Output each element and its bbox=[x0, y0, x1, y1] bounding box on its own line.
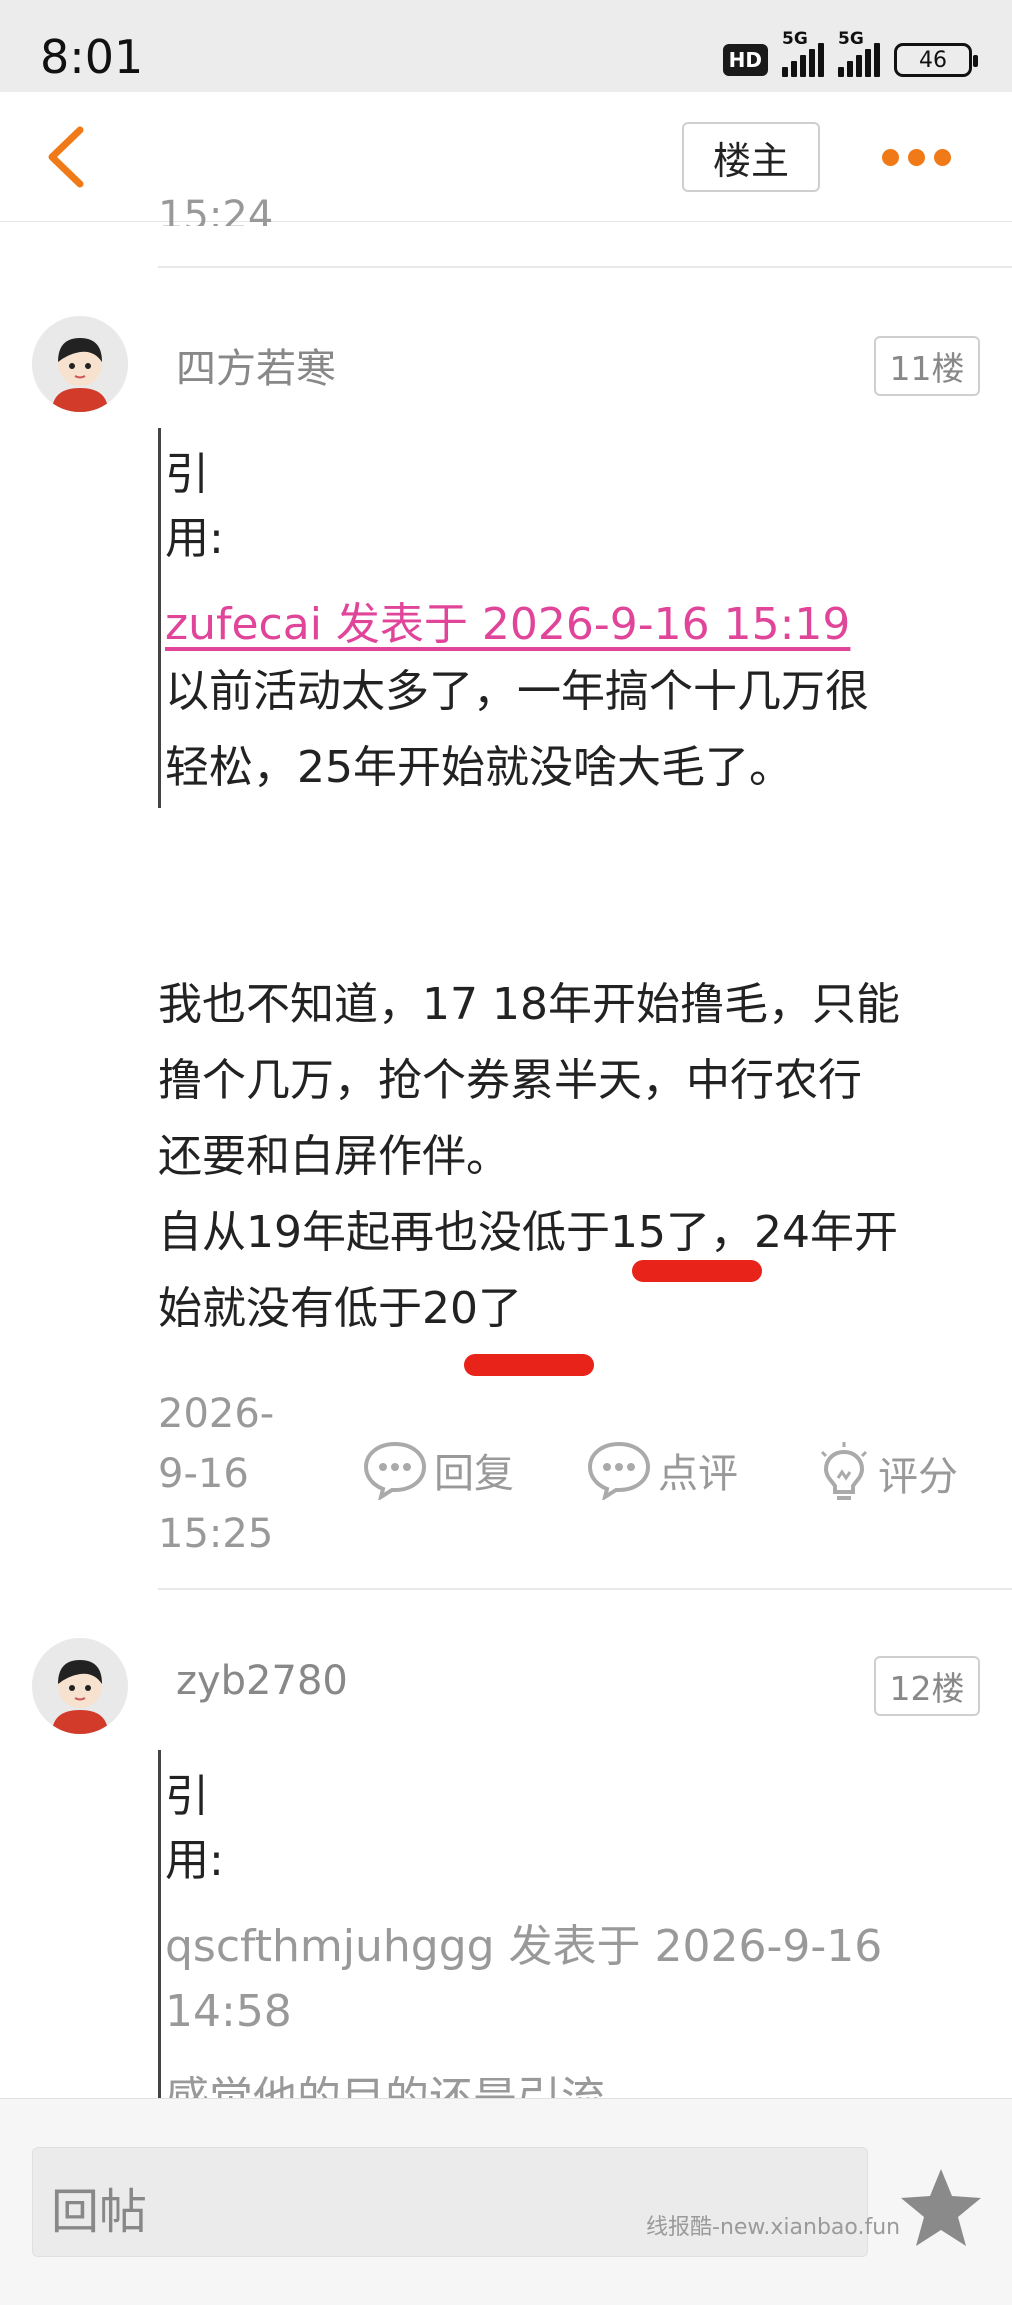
previous-post-time: 15:24 bbox=[158, 196, 274, 226]
comment-label: 点评 bbox=[658, 1451, 738, 1497]
post-body-line: 还要和白屏作伴。 bbox=[158, 1131, 510, 1182]
signal-icon-2: 5G bbox=[838, 29, 880, 77]
divider bbox=[158, 266, 1012, 268]
quote-source: qscfthmjuhggg 发表于 2026-9-16 bbox=[165, 1921, 883, 1972]
lightbulb-icon bbox=[820, 1442, 868, 1500]
quote-block: 引用: qscfthmjuhggg 发表于 2026-9-16 14:58 感觉… bbox=[158, 1750, 882, 2124]
watermark: 线报酷-new.xianbao.fun bbox=[646, 2215, 901, 2240]
chevron-left-icon[interactable] bbox=[40, 122, 100, 192]
divider bbox=[158, 1588, 1012, 1590]
post-body-line: 自从19年起再也没低于15了，24年开 bbox=[158, 1207, 898, 1258]
post-body-line: 始就没有低于20了 bbox=[158, 1283, 522, 1334]
op-only-button[interactable]: 楼主 bbox=[682, 122, 820, 192]
quote-label: 引用: bbox=[165, 1771, 224, 1886]
floor-badge: 12楼 bbox=[874, 1656, 980, 1716]
status-icons: HD 5G 5G 46 bbox=[722, 29, 978, 82]
comment-icon bbox=[363, 1441, 427, 1500]
post-timestamp: 2026- 9-16 15:25 bbox=[158, 1391, 275, 1557]
top-nav-bar: 楼主 bbox=[0, 92, 1012, 222]
highlight-mark bbox=[632, 1260, 762, 1282]
post-body-line: 我也不知道，17 18年开始撸毛，只能 bbox=[158, 979, 900, 1030]
hd-voice-icon: HD bbox=[722, 44, 768, 76]
avatar-icon bbox=[32, 1638, 128, 1734]
reply-button[interactable]: 回复 bbox=[362, 1440, 514, 1500]
status-time: 8:01 bbox=[40, 30, 144, 84]
avatar-icon bbox=[32, 316, 128, 412]
more-dots-icon[interactable] bbox=[882, 142, 952, 172]
rate-label: 评分 bbox=[878, 1454, 958, 1500]
post-body-line: 撸个几万，抢个券累半天，中行农行 bbox=[158, 1055, 862, 1106]
avatar[interactable] bbox=[32, 1638, 128, 1734]
reply-placeholder: 回帖 bbox=[51, 2184, 148, 2240]
rate-button[interactable]: 评分 bbox=[816, 1440, 958, 1506]
username[interactable]: 四方若寒 bbox=[176, 336, 336, 394]
username[interactable]: zyb2780 bbox=[176, 1658, 348, 1704]
highlight-mark bbox=[464, 1354, 594, 1376]
quote-block: 引用: zufecai 发表于 2026-9-16 15:19 以前活动太多了，… bbox=[158, 428, 869, 808]
avatar[interactable] bbox=[32, 316, 128, 412]
quote-label: 引用: bbox=[165, 449, 224, 564]
quote-source: 14:58 bbox=[165, 1986, 292, 2037]
comment-icon bbox=[587, 1441, 651, 1500]
quote-text-line: 以前活动太多了，一年搞个十几万很 bbox=[165, 666, 869, 717]
floor-badge: 11楼 bbox=[874, 336, 980, 396]
quote-text-line: 轻松，25年开始就没啥大毛了。 bbox=[165, 742, 793, 793]
quote-source-link[interactable]: zufecai 发表于 2026-9-16 15:19 bbox=[165, 588, 850, 652]
bottom-reply-bar: 回帖 线报酷-new.xianbao.fun bbox=[0, 2098, 1012, 2305]
status-bar: 8:01 HD 5G 5G 46 bbox=[0, 0, 1012, 92]
star-icon[interactable] bbox=[898, 2165, 984, 2251]
reply-label: 回复 bbox=[434, 1451, 514, 1497]
comment-button[interactable]: 点评 bbox=[586, 1440, 738, 1500]
battery-icon: 46 bbox=[894, 43, 978, 77]
signal-icon: 5G bbox=[782, 29, 824, 77]
